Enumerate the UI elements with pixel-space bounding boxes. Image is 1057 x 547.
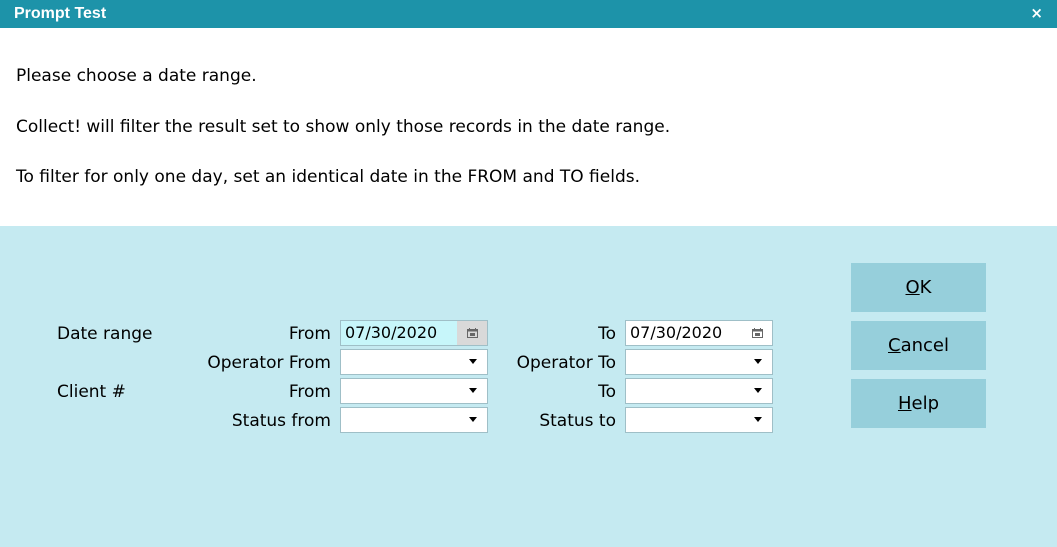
- date-to-field[interactable]: 07/30/2020: [625, 320, 773, 346]
- client-from-label: From: [288, 382, 331, 402]
- cancel-mnemonic: C: [888, 335, 901, 356]
- message-line-3: To filter for only one day, set an ident…: [16, 167, 640, 187]
- client-from-select[interactable]: [340, 378, 488, 404]
- message-area: Please choose a date range. Collect! wil…: [0, 28, 1057, 226]
- chevron-down-icon[interactable]: [754, 417, 762, 422]
- date-from-label: From: [288, 324, 331, 344]
- chevron-down-icon[interactable]: [469, 388, 477, 393]
- chevron-down-icon[interactable]: [469, 359, 477, 364]
- chevron-down-icon[interactable]: [754, 359, 762, 364]
- status-to-label: Status to: [539, 411, 616, 431]
- message-line-2: Collect! will filter the result set to s…: [16, 117, 671, 137]
- status-from-label: Status from: [231, 411, 331, 431]
- calendar-icon[interactable]: [457, 321, 487, 345]
- close-icon[interactable]: ×: [1030, 4, 1043, 22]
- client-to-label: To: [598, 382, 616, 402]
- operator-to-select[interactable]: [625, 349, 773, 375]
- ok-label-rest: K: [919, 277, 932, 298]
- operator-from-select[interactable]: [340, 349, 488, 375]
- client-label: Client #: [57, 382, 126, 402]
- chevron-down-icon[interactable]: [469, 417, 477, 422]
- message-line-1: Please choose a date range.: [16, 66, 257, 86]
- status-from-select[interactable]: [340, 407, 488, 433]
- operator-to-label: Operator To: [516, 353, 616, 373]
- client-to-select[interactable]: [625, 378, 773, 404]
- help-mnemonic: H: [897, 393, 912, 414]
- title-bar: Prompt Test ×: [0, 0, 1057, 28]
- status-to-select[interactable]: [625, 407, 773, 433]
- help-label-rest: elp: [911, 393, 940, 414]
- ok-mnemonic: O: [905, 277, 920, 298]
- date-range-label: Date range: [57, 324, 153, 344]
- window-title: Prompt Test: [14, 5, 107, 22]
- date-to-label: To: [598, 324, 616, 344]
- help-button[interactable]: Help: [851, 379, 986, 428]
- date-from-field[interactable]: 07/30/2020: [340, 320, 488, 346]
- operator-from-label: Operator From: [207, 353, 331, 373]
- ok-button[interactable]: OK: [851, 263, 986, 312]
- date-from-value: 07/30/2020: [345, 323, 438, 342]
- date-to-value: 07/30/2020: [630, 323, 723, 342]
- chevron-down-icon[interactable]: [754, 388, 762, 393]
- calendar-icon[interactable]: [742, 321, 772, 345]
- cancel-button[interactable]: Cancel: [851, 321, 986, 370]
- cancel-label-rest: ancel: [900, 335, 949, 356]
